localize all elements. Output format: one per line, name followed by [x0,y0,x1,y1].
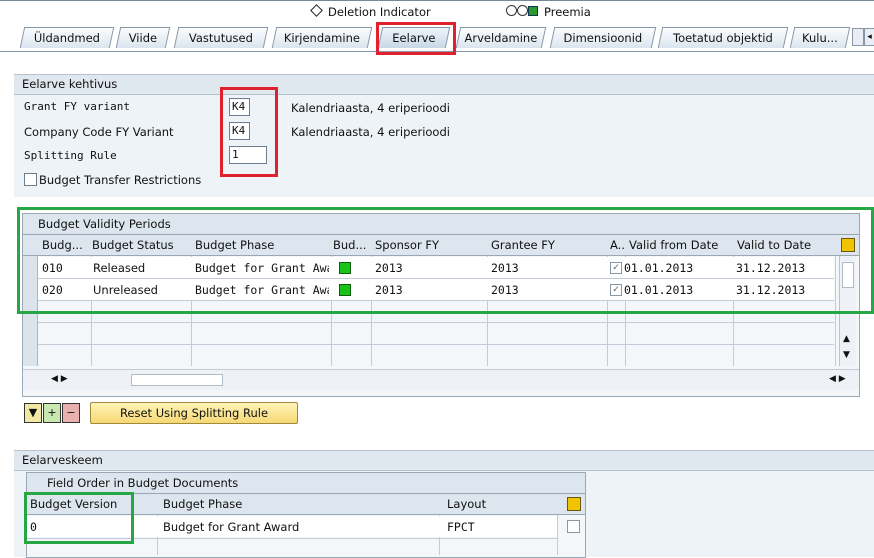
reset-splitting-rule-button[interactable]: Reset Using Splitting Rule [90,402,298,424]
diamond-icon [310,4,323,17]
tab-highlight [376,22,456,55]
fy-fields-highlight [220,87,278,177]
cell-layout: FPCT [447,520,475,534]
horizontal-scrollbar[interactable]: ◀ ▶ ◀ ▶ [23,369,859,390]
tab-viide[interactable]: Viide [115,27,171,48]
budget-version-highlight [24,492,134,544]
table-title: Field Order in Budget Documents [47,476,239,490]
filter-icon[interactable]: ▼ [24,403,42,423]
tab-toetatud-objektid[interactable]: Toetatud objektid [657,27,789,48]
scroll-up-icon[interactable]: ▲ [843,334,850,344]
tab-kirjendamine[interactable]: Kirjendamine [271,27,373,48]
insert-row-icon[interactable]: + [43,403,61,423]
column-settings-icon[interactable] [567,497,581,511]
table-title-bar: Field Order in Budget Documents [27,473,585,494]
scroll-left-icon[interactable]: ◀ ▶ [51,374,68,384]
section-title: Eelarveskeem [14,451,874,471]
tab-uldandmed[interactable]: Üldandmed [19,27,115,48]
deletion-indicator: Deletion Indicator [310,4,431,19]
tab-list-button[interactable] [852,28,864,46]
col-header-phase[interactable]: Budget Phase [163,497,242,511]
periods-highlight [17,207,874,314]
green-status-icon [528,6,538,16]
grant-fy-description: Kalendriaasta, 4 eriperioodi [291,101,450,115]
delete-row-icon[interactable]: − [62,403,80,423]
tab-vastutused[interactable]: Vastutused [173,27,269,48]
tab-kulu[interactable]: Kulu... [789,27,851,48]
tab-dimensioonid[interactable]: Dimensioonid [549,27,657,48]
splitting-rule-label: Splitting Rule [24,149,117,162]
scroll-right-icon[interactable]: ◀ ▶ [829,374,846,384]
cc-fy-description: Kalendriaasta, 4 eriperioodi [291,125,450,139]
cell-phase: Budget for Grant Award [163,520,300,534]
h-scroll-thumb[interactable] [131,374,223,386]
preemia-indicator: Preemia [506,5,591,19]
scroll-down-icon[interactable]: ▼ [843,350,850,360]
transfer-restrictions-checkbox[interactable] [24,173,37,186]
cc-fy-label: Company Code FY Variant [24,125,174,139]
circle-icon [506,5,517,16]
tab-arveldamine[interactable]: Arveldamine [455,27,547,48]
section-title: Eelarve kehtivus [14,75,874,95]
tab-scroll-left-icon[interactable]: ◂ [864,28,874,46]
col-header-layout[interactable]: Layout [447,497,486,511]
scroll-thumb[interactable] [567,520,580,533]
grant-fy-label: Grant FY variant [24,100,130,113]
status-strip: Deletion Indicator Preemia [0,0,874,21]
circle-icon [517,5,528,16]
transfer-restrictions-label: Budget Transfer Restrictions [39,173,202,187]
